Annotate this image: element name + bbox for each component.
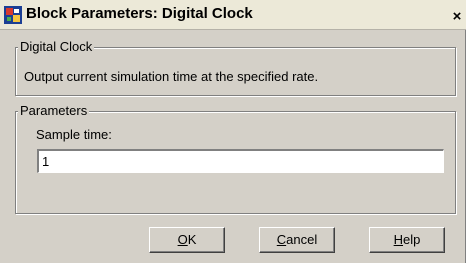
description-group-legend: Digital Clock bbox=[18, 39, 95, 54]
block-parameters-dialog: Block Parameters: Digital Clock × Digita… bbox=[0, 0, 466, 263]
cancel-button[interactable]: Cancel bbox=[259, 227, 335, 253]
help-button-label: elp bbox=[403, 232, 421, 247]
cancel-button-mnemonic: C bbox=[276, 232, 287, 247]
parameters-group: Parameters Sample time: bbox=[15, 103, 456, 214]
sample-time-label: Sample time: bbox=[36, 127, 112, 142]
sample-time-input[interactable] bbox=[37, 149, 444, 173]
title-bar[interactable]: Block Parameters: Digital Clock × bbox=[0, 0, 466, 30]
ok-button-mnemonic: O bbox=[177, 232, 188, 247]
cancel-button-label: ancel bbox=[286, 232, 318, 247]
parameters-group-legend: Parameters bbox=[18, 103, 90, 118]
close-icon[interactable]: × bbox=[449, 9, 465, 25]
help-button-mnemonic: H bbox=[393, 232, 404, 247]
description-group: Digital Clock Output current simulation … bbox=[15, 39, 456, 96]
dialog-title: Block Parameters: Digital Clock bbox=[26, 5, 253, 22]
help-button[interactable]: Help bbox=[369, 227, 445, 253]
ok-button[interactable]: OK bbox=[149, 227, 225, 253]
simulink-block-icon bbox=[4, 6, 22, 24]
block-description: Output current simulation time at the sp… bbox=[24, 69, 319, 84]
ok-button-label: K bbox=[187, 232, 197, 247]
